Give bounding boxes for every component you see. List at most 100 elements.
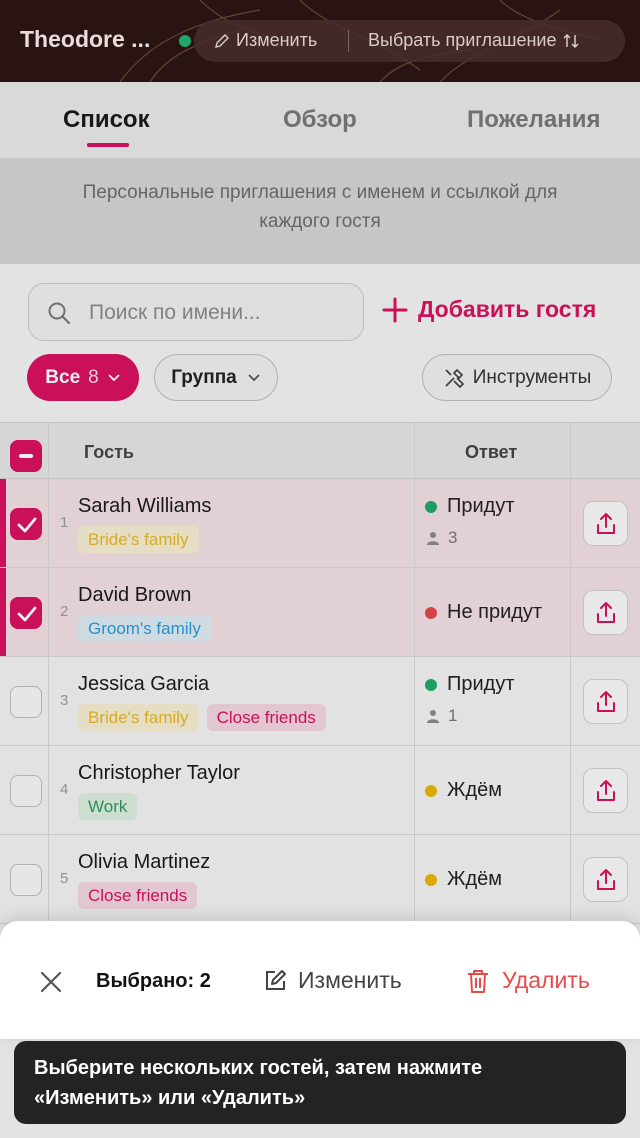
row-number: 2 [60,603,69,620]
response-status: Придут [425,673,515,696]
filter-all-label: Все [45,366,81,388]
tab-wishes[interactable]: Пожелания [467,106,601,134]
table-row[interactable]: 4 Christopher Taylor Work Ждём [0,746,640,835]
status-dot [425,678,437,691]
response-status: Ждём [425,868,502,891]
table-row[interactable]: 3 Jessica Garcia Bride's family Close fr… [0,657,640,746]
share-button[interactable] [583,501,628,546]
column-divider [570,422,571,942]
tools-button[interactable]: Инструменты [422,354,612,401]
attendee-count: 1 [426,706,457,726]
bulk-edit-label: Изменить [298,967,402,993]
table-row[interactable]: 5 Olivia Martinez Close friends Ждём [0,835,640,924]
tab-overview[interactable]: Обзор [283,106,357,134]
guest-name[interactable]: Sarah Williams [78,495,211,518]
search-box[interactable] [28,283,364,341]
row-checkbox[interactable] [10,686,42,718]
chevron-down-icon [248,373,260,381]
row-number: 5 [60,870,69,887]
response-status: Ждём [425,779,502,802]
sort-arrows-icon [563,33,579,48]
app-header: Theodore ... Изменить Выбрать приглашени… [0,0,640,82]
column-divider [48,422,49,942]
share-button[interactable] [583,679,628,724]
status-dot [425,606,437,619]
column-divider [414,422,415,942]
bulk-edit-button[interactable]: Изменить [262,967,402,994]
search-input[interactable] [89,298,349,328]
status-label: Придут [447,495,515,517]
share-button[interactable] [583,857,628,902]
share-icon [597,602,615,623]
column-response[interactable]: Ответ [465,442,517,463]
guest-name[interactable]: Olivia Martinez [78,851,210,874]
response-status: Придут [425,495,515,518]
column-guest[interactable]: Гость [84,442,134,463]
selection-action-bar: Выбрано: 2 Изменить Удалить [0,921,640,1039]
tab-list[interactable]: Список [63,106,150,134]
add-guest-label: Добавить гостя [418,296,597,322]
check-icon [17,606,37,622]
pill-divider [348,30,349,52]
status-dot [425,500,437,513]
share-icon [597,513,615,534]
filter-group-button[interactable]: Группа [154,354,278,401]
select-all-checkbox[interactable] [10,440,42,472]
row-number: 4 [60,781,69,798]
event-title[interactable]: Theodore ... [20,26,150,53]
edit-event-button[interactable]: Изменить [214,30,317,51]
row-checkbox[interactable] [10,597,42,629]
banner-line-1: Персональные приглашения с именем и ссыл… [82,182,558,203]
guest-name[interactable]: David Brown [78,584,191,607]
group-tag: Close friends [78,882,198,909]
share-icon [597,691,615,712]
share-button[interactable] [583,590,628,635]
row-checkbox[interactable] [10,508,42,540]
tooltip-line-1: Выберите нескольких гостей, затем нажмит… [34,1057,483,1079]
share-button[interactable] [583,768,628,813]
status-label: Ждём [447,868,503,890]
indeterminate-mark [19,454,33,458]
status-label: Не придут [447,601,543,623]
person-icon [427,710,439,723]
filter-group-label: Группа [171,366,237,388]
tooltip-line-2: «Изменить» или «Удалить» [34,1087,306,1109]
info-banner: Персональные приглашения с именем и ссыл… [0,158,640,264]
row-checkbox[interactable] [10,775,42,807]
group-tag: Bride's family [78,704,199,731]
bulk-delete-button[interactable]: Удалить [466,967,590,994]
filter-all-button[interactable]: Все 8 [27,354,139,401]
status-dot [425,873,437,886]
edit-event-label: Изменить [236,30,318,50]
attendee-count-value: 1 [448,706,458,725]
hint-tooltip: Выберите нескольких гостей, затем нажмит… [14,1041,626,1124]
guest-name[interactable]: Christopher Taylor [78,762,240,785]
add-guest-button[interactable]: Добавить гостя [382,296,596,323]
table-row[interactable]: 2 David Brown Groom's family Не придут [0,568,640,657]
guest-name[interactable]: Jessica Garcia [78,673,209,696]
row-number: 1 [60,514,69,531]
chevron-down-icon [108,373,120,381]
banner-line-2: каждого гостя [259,211,381,232]
status-label: Придут [447,673,515,695]
group-tag: Groom's family [78,615,211,642]
plus-icon [382,297,408,322]
table-row[interactable]: 1 Sarah Williams Bride's family Придут 3 [0,479,640,568]
selected-row-accent [0,479,6,567]
choose-invitation-label: Выбрать приглашение [368,30,557,50]
selected-count: Выбрано: 2 [96,970,211,992]
attendee-count: 3 [426,528,457,548]
row-checkbox[interactable] [10,864,42,896]
tools-icon [445,368,464,388]
selected-row-accent [0,568,6,656]
status-label: Ждём [447,779,503,801]
share-icon [597,780,615,801]
header-actions: Изменить Выбрать приглашение [194,20,625,62]
person-icon [427,532,439,545]
choose-invitation-button[interactable]: Выбрать приглашение [368,30,580,51]
group-tag: Close friends [206,704,326,731]
guest-table: Гость Ответ 1 Sarah Williams Bride's fam… [0,422,640,942]
active-tab-indicator [87,143,129,147]
close-icon[interactable] [38,969,64,995]
pencil-icon [215,33,229,48]
